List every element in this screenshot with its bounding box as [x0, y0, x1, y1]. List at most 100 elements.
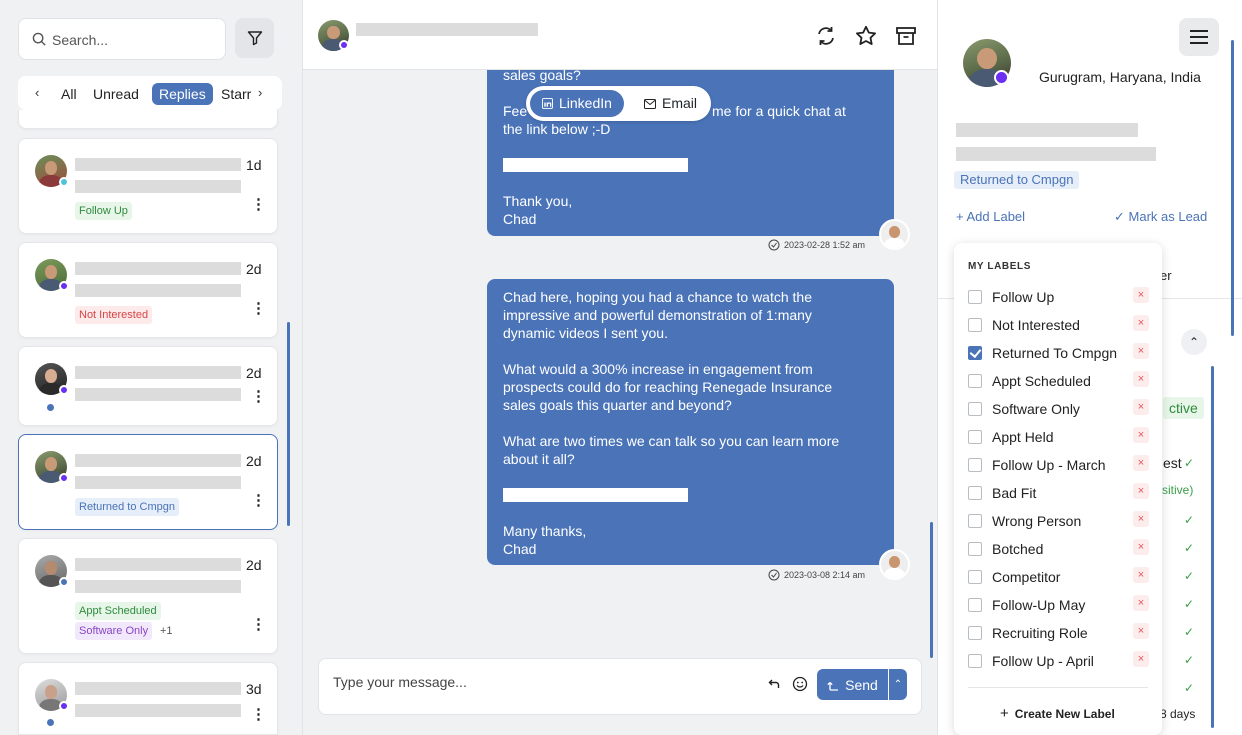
- list-item[interactable]: 2d ⋮: [18, 346, 278, 426]
- more-options-icon[interactable]: ⋮: [251, 389, 266, 404]
- delete-label-icon[interactable]: ×: [1133, 595, 1149, 611]
- delete-label-icon[interactable]: ×: [1133, 371, 1149, 387]
- delete-label-icon[interactable]: ×: [1133, 455, 1149, 471]
- sent-check-icon: [768, 569, 780, 581]
- label-option[interactable]: Appt Scheduled ×: [968, 371, 1150, 391]
- label-option[interactable]: Follow Up ×: [968, 287, 1150, 307]
- label-option[interactable]: Recruiting Role ×: [968, 623, 1150, 643]
- more-options-icon[interactable]: ⋮: [251, 707, 266, 722]
- archive-icon[interactable]: [894, 24, 918, 48]
- list-item[interactable]: 2d Returned to Cmpgn ⋮: [18, 434, 278, 530]
- label-option[interactable]: Bad Fit ×: [968, 483, 1150, 503]
- delete-label-icon[interactable]: ×: [1133, 623, 1149, 639]
- label-option[interactable]: Follow-Up May ×: [968, 595, 1150, 615]
- add-label-button[interactable]: + Add Label: [956, 209, 1025, 224]
- label-name: Bad Fit: [992, 485, 1037, 501]
- tab-unread[interactable]: Unread: [93, 83, 139, 105]
- scrollbar[interactable]: [1211, 366, 1214, 728]
- delete-label-icon[interactable]: ×: [1133, 483, 1149, 499]
- mail-icon: [644, 98, 656, 109]
- menu-button[interactable]: [1179, 18, 1219, 56]
- label-option[interactable]: Follow Up - April ×: [968, 651, 1150, 671]
- linkedin-icon: [542, 98, 553, 109]
- collapse-icon[interactable]: ⌃: [1181, 329, 1207, 355]
- redacted-preview: [75, 476, 241, 489]
- label-checkbox[interactable]: [968, 374, 982, 388]
- more-options-icon[interactable]: ⋮: [251, 197, 266, 212]
- message-composer[interactable]: Type your message... Send ⌃: [318, 658, 922, 715]
- label-checkbox[interactable]: [968, 626, 982, 640]
- label-checkbox[interactable]: [968, 654, 982, 668]
- delete-label-icon[interactable]: ×: [1133, 343, 1149, 359]
- unread-dot: [47, 404, 54, 411]
- label-checkbox[interactable]: [968, 486, 982, 500]
- delete-label-icon[interactable]: ×: [1133, 427, 1149, 443]
- list-item[interactable]: [18, 110, 278, 129]
- send-button[interactable]: Send: [817, 669, 888, 700]
- message-text: me for a quick chat at: [712, 103, 846, 119]
- label-option[interactable]: Returned To Cmpgn ×: [968, 343, 1150, 363]
- redacted-title: [956, 123, 1138, 137]
- scrollbar[interactable]: [1231, 40, 1234, 336]
- emoji-icon[interactable]: [792, 676, 808, 692]
- delete-label-icon[interactable]: ×: [1133, 651, 1149, 667]
- search-placeholder: Search...: [52, 32, 109, 48]
- send-options-button[interactable]: ⌃: [889, 669, 907, 700]
- delete-label-icon[interactable]: ×: [1133, 539, 1149, 555]
- label-option[interactable]: Wrong Person ×: [968, 511, 1150, 531]
- more-options-icon[interactable]: ⋮: [251, 493, 266, 508]
- label-checkbox[interactable]: [968, 598, 982, 612]
- delete-label-icon[interactable]: ×: [1133, 287, 1149, 303]
- label-checkbox[interactable]: [968, 430, 982, 444]
- more-options-icon[interactable]: ⋮: [251, 617, 266, 632]
- mark-as-lead-button[interactable]: ✓ Mark as Lead: [1114, 209, 1207, 225]
- tag-returned-to-cmpgn: Returned to Cmpgn: [75, 498, 179, 516]
- create-label-button[interactable]: + Create New Label: [1000, 705, 1115, 722]
- list-item[interactable]: 2d Not Interested ⋮: [18, 242, 278, 338]
- label-name: Follow Up - April: [992, 653, 1094, 669]
- label-name: Competitor: [992, 569, 1061, 585]
- label-checkbox[interactable]: [968, 290, 982, 304]
- channel-linkedin[interactable]: LinkedIn: [530, 90, 624, 117]
- label-checkbox[interactable]: [968, 542, 982, 556]
- check-icon: ✓: [1184, 681, 1195, 695]
- scrollbar[interactable]: [287, 322, 290, 526]
- label-checkbox[interactable]: [968, 570, 982, 584]
- sync-icon[interactable]: [814, 24, 838, 48]
- label-checkbox[interactable]: [968, 318, 982, 332]
- label-checkbox[interactable]: [968, 514, 982, 528]
- presence-dot: [59, 701, 69, 711]
- chevron-right-icon[interactable]: ›: [258, 85, 262, 100]
- label-option[interactable]: Software Only ×: [968, 399, 1150, 419]
- star-icon[interactable]: [854, 24, 878, 48]
- label-checkbox[interactable]: [968, 346, 982, 360]
- list-item[interactable]: 1d Follow Up ⋮: [18, 138, 278, 234]
- message-text: Thank you,: [503, 193, 573, 209]
- label-option[interactable]: Follow Up - March ×: [968, 455, 1150, 475]
- undo-icon[interactable]: [768, 678, 780, 690]
- tab-replies[interactable]: Replies: [152, 83, 213, 105]
- delete-label-icon[interactable]: ×: [1133, 567, 1149, 583]
- label-option[interactable]: Not Interested ×: [968, 315, 1150, 335]
- filter-button[interactable]: [235, 18, 274, 58]
- delete-label-icon[interactable]: ×: [1133, 399, 1149, 415]
- search-box[interactable]: Search...: [18, 18, 226, 60]
- list-item[interactable]: 2d Appt Scheduled Software Only +1 ⋮: [18, 538, 278, 654]
- chevron-left-icon[interactable]: ‹: [35, 85, 39, 100]
- label-checkbox[interactable]: [968, 458, 982, 472]
- list-item[interactable]: 3d ⋮: [18, 662, 278, 735]
- delete-label-icon[interactable]: ×: [1133, 511, 1149, 527]
- more-options-icon[interactable]: ⋮: [251, 301, 266, 316]
- channel-email[interactable]: Email: [632, 90, 709, 117]
- tag-appt-scheduled: Appt Scheduled: [75, 602, 161, 620]
- label-option[interactable]: Botched ×: [968, 539, 1150, 559]
- label-option[interactable]: Appt Held ×: [968, 427, 1150, 447]
- delete-label-icon[interactable]: ×: [1133, 315, 1149, 331]
- tab-starred[interactable]: Starr: [221, 83, 256, 105]
- tab-all[interactable]: All: [61, 83, 77, 105]
- label-option[interactable]: Competitor ×: [968, 567, 1150, 587]
- scrollbar[interactable]: [930, 522, 933, 658]
- label-name: Recruiting Role: [992, 625, 1088, 641]
- label-checkbox[interactable]: [968, 402, 982, 416]
- send-icon: [827, 681, 839, 691]
